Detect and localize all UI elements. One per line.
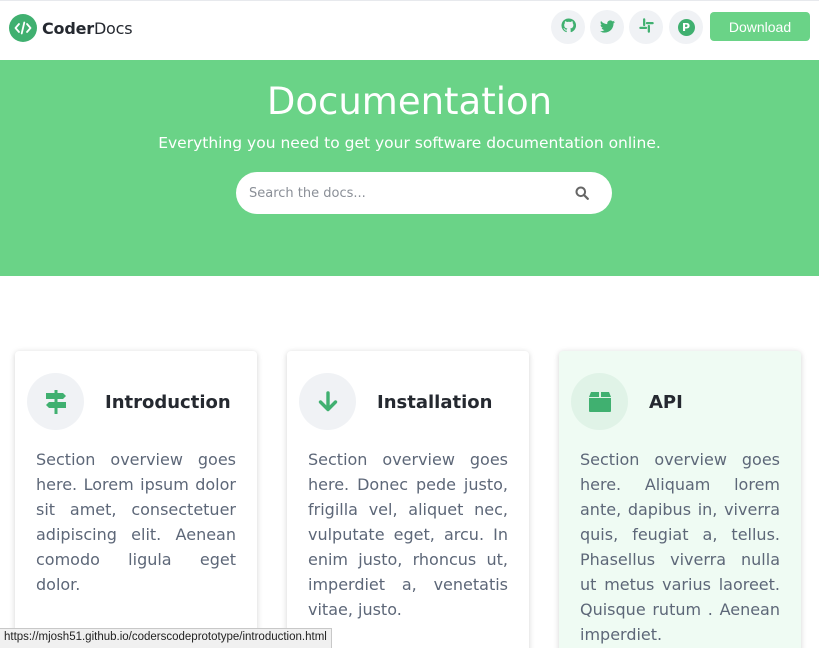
card-description: Section overview goes here. Aliquam lore… [580,450,780,644]
box-icon [571,373,628,430]
product-hunt-link[interactable]: P [669,10,703,44]
card-title: API [649,392,683,413]
card-title: Introduction [105,392,231,413]
search-icon[interactable] [574,185,590,201]
card-title: Installation [377,392,493,413]
signpost-icon [27,373,84,430]
top-header: CoderDocs P Download [0,0,819,60]
code-icon [9,14,37,42]
slack-icon [638,17,654,37]
twitter-link[interactable] [590,10,624,44]
twitter-icon [599,18,615,37]
arrow-down-icon [299,373,356,430]
card-installation[interactable]: Installation Section overview goes here.… [287,351,529,648]
download-button[interactable]: Download [710,12,810,41]
card-description: Section overview goes here. Donec pede j… [308,450,508,619]
card-api[interactable]: API Section overview goes here. Aliquam … [559,351,801,648]
search-input[interactable] [236,185,556,201]
product-hunt-icon: P [677,18,695,36]
slack-link[interactable] [629,10,663,44]
brand-logo-link[interactable]: CoderDocs [9,13,133,43]
hero-subtitle: Everything you need to get your software… [158,134,661,152]
github-link[interactable] [551,10,585,44]
page-title: Documentation [266,80,553,123]
hero-section: Documentation Everything you need to get… [0,60,819,276]
search-box [236,172,612,214]
brand-name: CoderDocs [42,18,133,38]
card-introduction[interactable]: Introduction Section overview goes here.… [15,351,257,648]
card-description: Section overview goes here. Lorem ipsum … [36,450,236,594]
github-icon [560,17,576,37]
link-preview-statusbar: https://mjosh51.github.io/coderscodeprot… [0,628,332,648]
